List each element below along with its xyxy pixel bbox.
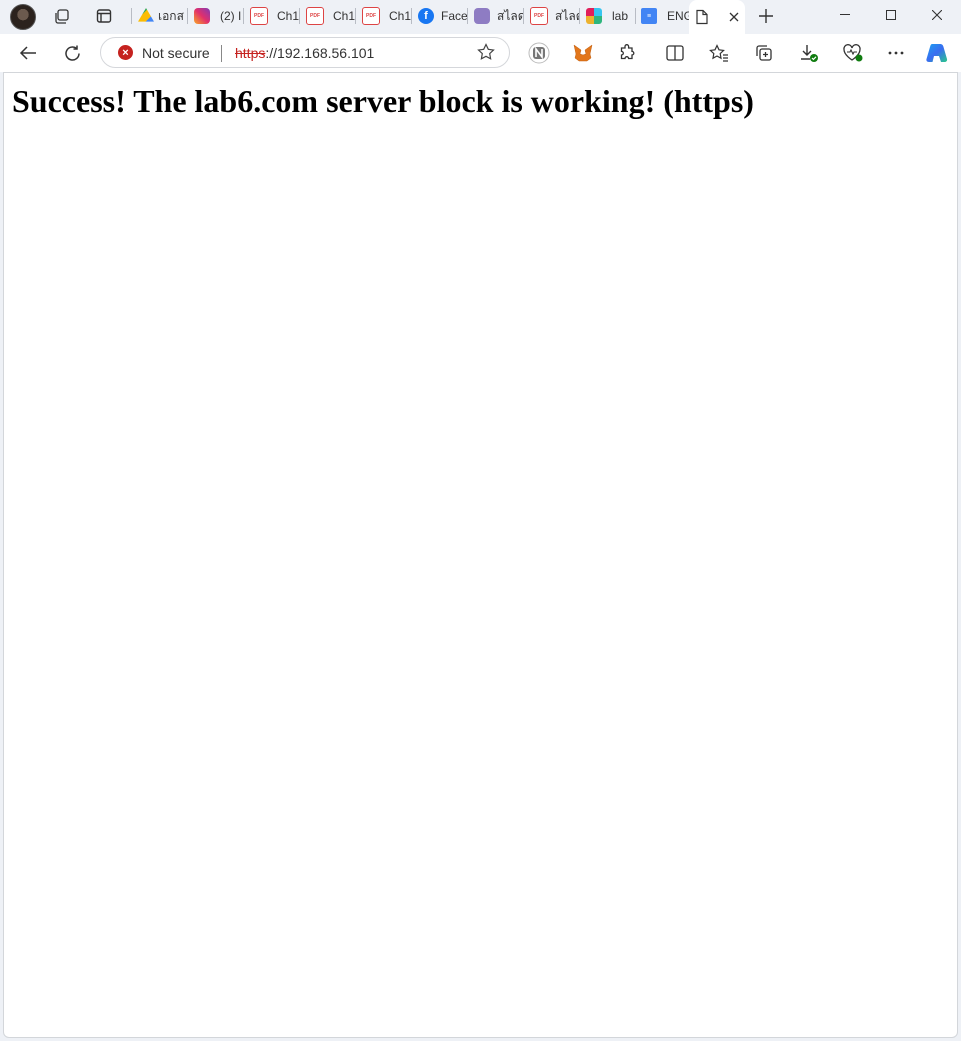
not-secure-icon[interactable]: × — [118, 45, 133, 60]
new-tab-icon[interactable] — [755, 5, 777, 27]
tab-label: lab — [612, 9, 629, 23]
tab-strip: เอกส (2) I PDF Ch1 PDF Ch1 PDF Ch1 f Fac… — [0, 0, 961, 34]
pdf-icon: PDF — [530, 7, 548, 25]
google-drive-icon — [138, 8, 154, 22]
tab-label: Ch1 — [333, 9, 356, 23]
tab-6[interactable]: f Face — [418, 4, 468, 28]
tab-1[interactable]: เอกส — [138, 4, 188, 28]
favorite-star-icon[interactable] — [477, 43, 495, 61]
tab-3[interactable]: PDF Ch1 — [250, 4, 300, 28]
page-viewport: Success! The lab6.com server block is wo… — [3, 72, 958, 1038]
tab-8[interactable]: PDF สไลด — [530, 4, 580, 28]
tab-10[interactable]: ≡ ENG — [641, 4, 689, 28]
page-heading: Success! The lab6.com server block is wo… — [12, 83, 754, 119]
slides-icon — [474, 8, 490, 24]
instagram-icon — [194, 8, 210, 24]
collections-icon[interactable] — [750, 39, 778, 67]
tab-active[interactable] — [689, 0, 745, 34]
profile-avatar[interactable] — [10, 4, 36, 30]
copilot-icon[interactable] — [923, 39, 951, 67]
address-bar[interactable]: × Not secure https://192.168.56.101 — [100, 37, 510, 68]
tab-label: สไลด — [555, 8, 580, 23]
tab-label: สไลด — [497, 8, 524, 23]
tab-label: (2) I — [220, 9, 242, 23]
split-screen-icon[interactable] — [661, 39, 689, 67]
metamask-icon[interactable] — [569, 39, 597, 67]
security-label[interactable]: Not secure — [142, 45, 210, 61]
close-tab-icon[interactable] — [729, 12, 739, 22]
url-scheme: https — [235, 45, 266, 61]
browser-toolbar: × Not secure https://192.168.56.101 — [0, 34, 961, 72]
url-text[interactable]: https://192.168.56.101 — [235, 45, 374, 61]
extensions-icon[interactable] — [613, 39, 641, 67]
tab-label: Ch1 — [277, 9, 300, 23]
refresh-icon[interactable] — [58, 39, 86, 67]
slack-icon — [586, 8, 602, 24]
extension-n-icon[interactable] — [525, 39, 553, 67]
pdf-icon: PDF — [306, 7, 324, 25]
docs-icon: ≡ — [641, 8, 657, 24]
tab-label: ENG — [667, 9, 689, 23]
minimize-icon[interactable] — [822, 0, 868, 30]
tab-label: Face — [441, 9, 468, 23]
tab-7[interactable]: สไลด — [474, 4, 524, 28]
workspaces-icon[interactable] — [51, 5, 73, 27]
pdf-icon: PDF — [362, 7, 380, 25]
tab-2[interactable]: (2) I — [194, 4, 244, 28]
url-host: ://192.168.56.101 — [265, 45, 375, 61]
browser-essentials-icon[interactable] — [839, 39, 867, 67]
pdf-icon: PDF — [250, 7, 268, 25]
maximize-icon[interactable] — [868, 0, 914, 30]
tab-4[interactable]: PDF Ch1 — [306, 4, 356, 28]
tab-actions-icon[interactable] — [93, 5, 115, 27]
page-icon — [695, 9, 709, 25]
favorites-icon[interactable] — [705, 39, 733, 67]
more-options-icon[interactable] — [882, 39, 910, 67]
tab-label: เอกส — [158, 8, 184, 23]
tab-5[interactable]: PDF Ch1 — [362, 4, 412, 28]
tab-9[interactable]: lab — [586, 4, 636, 28]
back-icon[interactable] — [14, 39, 42, 67]
facebook-icon: f — [418, 8, 434, 24]
downloads-icon[interactable] — [795, 39, 823, 67]
tab-label: Ch1 — [389, 9, 412, 23]
close-window-icon[interactable] — [914, 0, 960, 30]
